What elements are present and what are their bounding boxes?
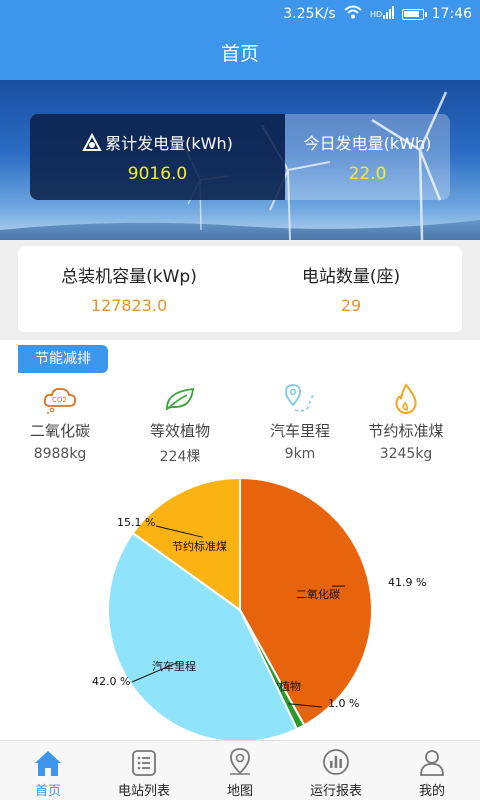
nav-report-label: 运行报表 <box>309 784 362 799</box>
total-generation-panel[interactable]: 累计发电量(kWh) 9016.0 <box>30 114 285 200</box>
emission-reduction-pie-chart: 二氧化碳 41.9 % 等效植物 1.0 % 汽车里程 42.0 % 节约标准煤 15.1 % <box>0 476 480 743</box>
eco-stat-co2: CO2 二氧化碳 8988kg <box>0 382 120 464</box>
eco-stat-label: 等效植物 <box>149 422 210 440</box>
svg-text:CO2: CO2 <box>52 396 67 404</box>
flame-icon <box>346 382 466 416</box>
capacity-card: 总装机容量(kWp) 127823.0 电站数量(座) 29 <box>18 246 462 332</box>
battery-icon <box>401 8 427 20</box>
pie-value-label: 41.9 % <box>388 576 426 589</box>
eco-stat-label: 节约标准煤 <box>368 422 444 440</box>
generation-summary-card: 累计发电量(kWh) 9016.0 今日发电量(kWh) 22.0 <box>30 114 450 200</box>
nav-map-label: 地图 <box>226 784 253 799</box>
eco-stat-plants: 等效植物 224棵 <box>120 382 240 465</box>
hero-banner: 累计发电量(kWh) 9016.0 今日发电量(kWh) 22.0 <box>0 80 480 240</box>
installed-capacity-label: 总装机容量(kWp) <box>61 267 197 287</box>
nav-station-list-label: 电站列表 <box>117 784 170 799</box>
eco-stat-value: 3245kg <box>379 446 433 462</box>
pie-value-label: 15.1 % <box>117 516 155 529</box>
user-icon <box>384 741 480 777</box>
network-speed: 3.25K/s <box>283 6 336 22</box>
bottom-navigation: 首页 电站列表 地图 运行报表 我的 <box>0 740 480 800</box>
nav-home-label: 首页 <box>34 784 61 799</box>
nav-home[interactable]: 首页 <box>0 741 96 800</box>
today-generation-panel[interactable]: 今日发电量(kWh) 22.0 <box>285 114 450 200</box>
pie-value-label: 1.0 % <box>328 697 359 710</box>
clock: 17:46 <box>431 6 472 22</box>
route-pin-icon <box>240 382 360 416</box>
today-generation-label: 今日发电量(kWh) <box>303 134 432 153</box>
nav-profile-label: 我的 <box>418 784 445 799</box>
eco-stat-label: 二氧化碳 <box>29 422 90 440</box>
eco-stat-value: 8988kg <box>33 446 87 462</box>
company-logo-icon <box>82 132 102 157</box>
eco-stat-value: 9km <box>284 446 316 462</box>
pie-value-label: 42.0 % <box>92 675 130 688</box>
home-icon <box>0 741 96 777</box>
station-count-label: 电站数量(座) <box>301 267 401 287</box>
nav-map[interactable]: 地图 <box>192 741 288 800</box>
page-title: 首页 <box>0 28 480 80</box>
installed-capacity-value: 127823.0 <box>90 296 168 315</box>
station-count: 电站数量(座) 29 <box>240 246 462 332</box>
today-generation-value: 22.0 <box>348 164 387 184</box>
nav-report[interactable]: 运行报表 <box>288 741 384 800</box>
svg-text:HD: HD <box>370 10 382 19</box>
station-count-value: 29 <box>340 296 362 315</box>
pie-slice-label: 二氧化碳 <box>296 587 340 601</box>
report-chart-icon <box>288 741 384 777</box>
pie-slice-label: 节约标准煤 <box>172 539 227 553</box>
map-pin-icon <box>192 741 288 777</box>
eco-stat-label: 汽车里程 <box>269 422 330 440</box>
section-title: 节能减排 <box>18 345 108 373</box>
list-icon <box>96 741 192 777</box>
total-generation-label: 累计发电量(kWh) <box>105 134 233 153</box>
installed-capacity: 总装机容量(kWp) 127823.0 <box>18 246 240 332</box>
wifi-icon <box>343 5 362 23</box>
status-bar: 3.25K/s HD 17:46 <box>0 0 480 28</box>
co2-cloud-icon: CO2 <box>0 382 120 416</box>
signal-icon: HD <box>370 5 394 23</box>
eco-stat-mileage: 汽车里程 9km <box>240 382 360 464</box>
nav-station-list[interactable]: 电站列表 <box>96 741 192 800</box>
total-generation-value: 9016.0 <box>127 164 188 184</box>
eco-stat-value: 224棵 <box>159 449 201 465</box>
leaf-icon <box>120 382 240 416</box>
eco-stat-coal: 节约标准煤 3245kg <box>346 382 466 464</box>
pie-slice-label: 汽车里程 <box>152 659 196 673</box>
nav-profile[interactable]: 我的 <box>384 741 480 800</box>
